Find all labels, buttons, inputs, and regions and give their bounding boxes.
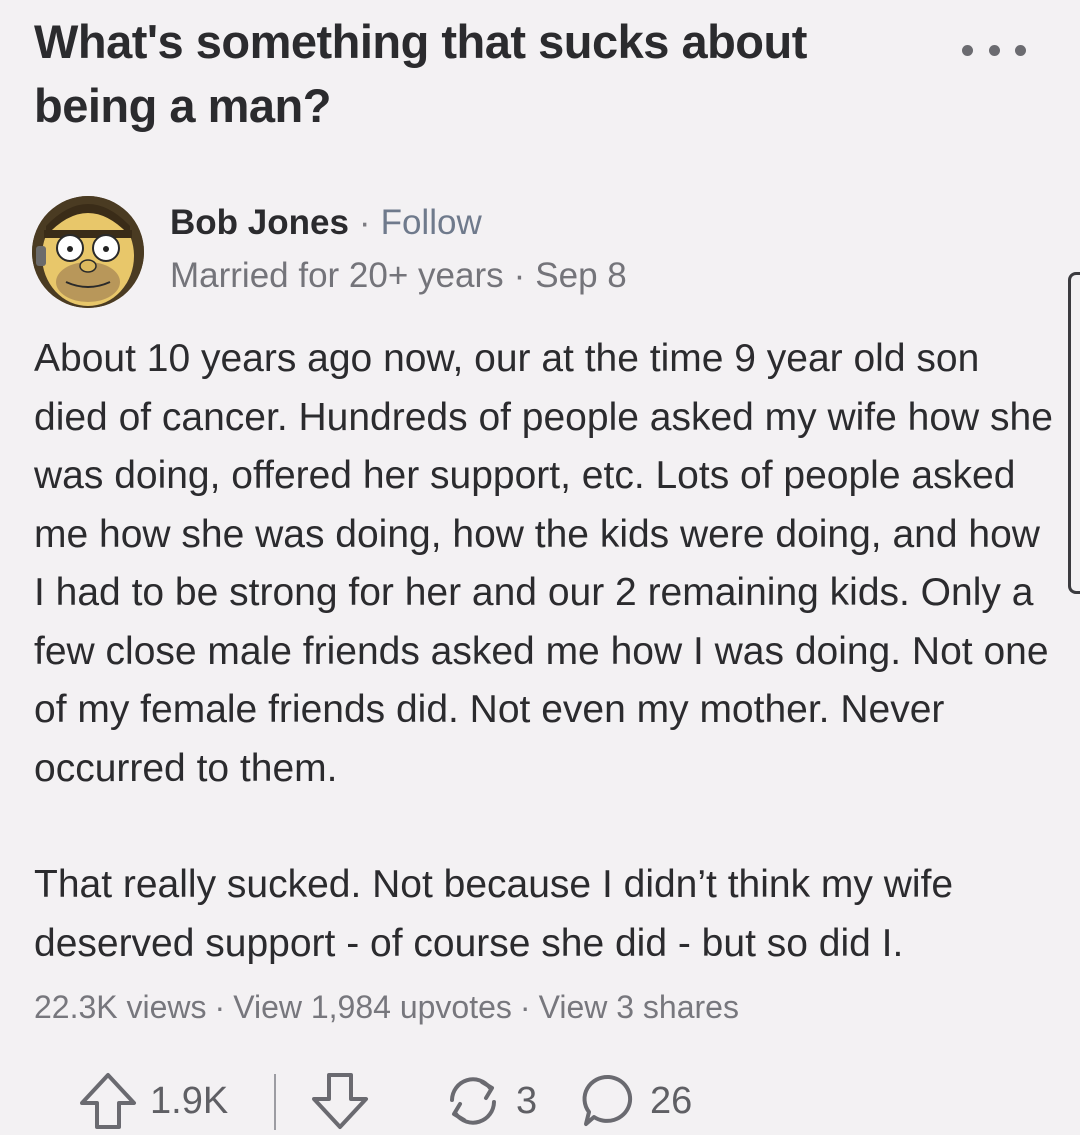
views-count: 22.3K views — [34, 989, 207, 1025]
more-options-button[interactable] — [962, 40, 1026, 60]
more-horizontal-icon — [1015, 44, 1026, 56]
author-line: Bob Jones · Follow — [170, 200, 482, 246]
separator-dot: · — [214, 989, 226, 1025]
avatar-cartoon-face-icon — [32, 196, 144, 308]
share-count: 3 — [516, 1079, 538, 1122]
answer-paragraph: That really sucked. Not because I didn’t… — [34, 863, 954, 965]
upvote-button[interactable]: 1.9K — [78, 1070, 228, 1132]
action-bar: 1.9K 3 26 — [78, 1070, 1058, 1132]
answer-date[interactable]: Sep 8 — [535, 256, 626, 295]
author-meta: Married for 20+ years · Sep 8 — [170, 253, 627, 299]
scroll-edge-indicator — [1068, 272, 1080, 594]
divider — [274, 1074, 276, 1130]
upvote-arrow-icon — [80, 1073, 136, 1129]
answer-stats: 22.3K views · View 1,984 upvotes · View 3 sh… — [34, 985, 739, 1029]
separator-dot: · — [358, 203, 371, 242]
view-shares-link[interactable]: View 3 shares — [539, 989, 739, 1025]
reshare-icon — [450, 1077, 496, 1125]
comment-bubble-icon — [582, 1074, 633, 1126]
author-name[interactable]: Bob Jones — [170, 203, 349, 242]
answer-paragraph: About 10 years ago now, our at the time … — [34, 337, 1053, 790]
downvote-button[interactable] — [310, 1070, 370, 1132]
more-horizontal-icon — [962, 44, 973, 56]
separator-dot: · — [519, 989, 531, 1025]
follow-button[interactable]: Follow — [381, 203, 482, 242]
author-credential: Married for 20+ years — [170, 256, 504, 295]
share-button[interactable]: 3 — [442, 1070, 537, 1132]
more-horizontal-icon — [988, 44, 1000, 56]
comment-button[interactable]: 26 — [580, 1070, 692, 1132]
downvote-arrow-icon — [312, 1073, 368, 1129]
view-upvotes-link[interactable]: View 1,984 upvotes — [233, 989, 512, 1025]
question-title[interactable]: What's something that sucks about being … — [34, 10, 894, 138]
answer-body: About 10 years ago now, our at the time … — [34, 330, 1054, 973]
comment-count: 26 — [650, 1079, 693, 1122]
separator-dot: · — [513, 256, 526, 295]
avatar[interactable] — [32, 196, 144, 308]
upvote-count: 1.9K — [150, 1079, 229, 1122]
